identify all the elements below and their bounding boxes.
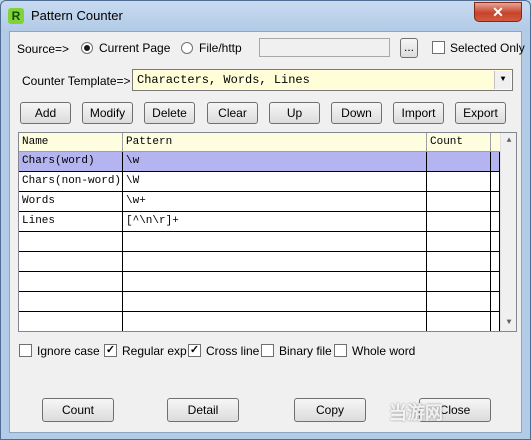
cell-spacer — [491, 212, 500, 232]
cell-pattern[interactable]: \w+ — [123, 192, 427, 212]
copy-button[interactable]: Copy — [294, 398, 366, 422]
cell-pattern[interactable] — [123, 292, 427, 312]
cell-count[interactable] — [427, 272, 491, 292]
cell-spacer — [491, 312, 500, 331]
cell-pattern[interactable] — [123, 312, 427, 331]
cell-count[interactable] — [427, 232, 491, 252]
clear-button[interactable]: Clear — [207, 102, 258, 124]
cell-count[interactable] — [427, 212, 491, 232]
column-header-count[interactable]: Count — [427, 133, 491, 152]
cell-name[interactable]: Words — [19, 192, 123, 212]
export-button[interactable]: Export — [455, 102, 506, 124]
table-scrollbar[interactable]: ▲ ▼ — [500, 133, 516, 331]
dialog-body: Source=> Current Page File/http ... Sele… — [9, 31, 525, 433]
table-row[interactable] — [19, 272, 500, 292]
regular-exp-label[interactable]: Regular exp — [122, 344, 187, 358]
chevron-down-icon[interactable]: ▼ — [494, 71, 511, 89]
cell-spacer — [491, 272, 500, 292]
cell-count[interactable] — [427, 312, 491, 331]
table-row[interactable] — [19, 312, 500, 331]
scroll-up-icon[interactable]: ▲ — [501, 133, 516, 149]
window-title: Pattern Counter — [31, 8, 123, 23]
window-close-button[interactable]: ✕ — [474, 2, 522, 22]
cell-spacer — [491, 252, 500, 272]
cell-spacer — [491, 152, 500, 172]
cell-pattern[interactable] — [123, 252, 427, 272]
source-file-http-label[interactable]: File/http — [199, 41, 242, 55]
count-button[interactable]: Count — [42, 398, 114, 422]
cell-spacer — [491, 172, 500, 192]
cell-pattern[interactable]: \W — [123, 172, 427, 192]
down-button[interactable]: Down — [331, 102, 382, 124]
cell-count[interactable] — [427, 292, 491, 312]
cell-spacer — [491, 192, 500, 212]
table-row[interactable] — [19, 252, 500, 272]
cell-pattern[interactable]: \w — [123, 152, 427, 172]
cell-pattern[interactable] — [123, 232, 427, 252]
modify-button[interactable]: Modify — [82, 102, 133, 124]
source-current-page-label[interactable]: Current Page — [99, 41, 170, 55]
source-current-page-radio[interactable] — [81, 42, 93, 54]
cell-count[interactable] — [427, 252, 491, 272]
cell-name[interactable]: Chars(non-word) — [19, 172, 123, 192]
add-button[interactable]: Add — [20, 102, 71, 124]
whole-word-checkbox[interactable] — [334, 344, 347, 357]
app-icon: R — [8, 8, 24, 24]
counter-template-label: Counter Template=> — [22, 74, 131, 88]
cell-pattern[interactable]: [^\n\r]+ — [123, 212, 427, 232]
table-row[interactable]: Chars(word) \w — [19, 152, 500, 172]
table-row[interactable]: Chars(non-word) \W — [19, 172, 500, 192]
cell-name[interactable] — [19, 232, 123, 252]
cell-name[interactable] — [19, 312, 123, 331]
import-button[interactable]: Import — [393, 102, 444, 124]
ignore-case-checkbox[interactable] — [19, 344, 32, 357]
table-row[interactable] — [19, 292, 500, 312]
selected-only-checkbox[interactable] — [432, 41, 445, 54]
regular-exp-checkbox[interactable]: ✓ — [104, 344, 117, 357]
cell-name[interactable]: Lines — [19, 212, 123, 232]
cell-name[interactable]: Chars(word) — [19, 152, 123, 172]
pattern-table[interactable]: Name Pattern Count Chars(word) \w Chars(no… — [18, 132, 517, 332]
browse-button[interactable]: ... — [400, 38, 418, 58]
cell-count[interactable] — [427, 192, 491, 212]
binary-file-checkbox[interactable] — [261, 344, 274, 357]
title-bar[interactable]: R Pattern Counter ✕ — [1, 1, 530, 31]
source-label: Source=> — [17, 42, 70, 56]
scroll-down-icon[interactable]: ▼ — [501, 315, 516, 331]
ignore-case-label[interactable]: Ignore case — [37, 344, 100, 358]
cell-count[interactable] — [427, 152, 491, 172]
cell-count[interactable] — [427, 172, 491, 192]
watermark-text: 当游网 — [389, 403, 443, 423]
cell-name[interactable] — [19, 252, 123, 272]
table-row[interactable] — [19, 232, 500, 252]
cell-name[interactable] — [19, 292, 123, 312]
table-row[interactable]: Words \w+ — [19, 192, 500, 212]
column-header-pattern[interactable]: Pattern — [123, 133, 427, 152]
column-header-name[interactable]: Name — [19, 133, 123, 152]
cell-pattern[interactable] — [123, 272, 427, 292]
whole-word-label[interactable]: Whole word — [352, 344, 415, 358]
file-path-input[interactable] — [259, 38, 390, 57]
pattern-counter-window: R Pattern Counter ✕ Source=> Current Pag… — [0, 0, 531, 440]
delete-button[interactable]: Delete — [144, 102, 195, 124]
selected-only-label[interactable]: Selected Only — [450, 41, 525, 55]
binary-file-label[interactable]: Binary file — [279, 344, 332, 358]
detail-button[interactable]: Detail — [167, 398, 239, 422]
source-file-http-radio[interactable] — [181, 42, 193, 54]
cell-spacer — [491, 292, 500, 312]
column-header-spacer — [491, 133, 500, 152]
counter-template-value: Characters, Words, Lines — [137, 73, 310, 87]
cell-spacer — [491, 232, 500, 252]
counter-template-select[interactable]: Characters, Words, Lines ▼ — [132, 69, 513, 91]
cross-line-label[interactable]: Cross line — [206, 344, 259, 358]
cell-name[interactable] — [19, 272, 123, 292]
cross-line-checkbox[interactable]: ✓ — [188, 344, 201, 357]
up-button[interactable]: Up — [269, 102, 320, 124]
table-row[interactable]: Lines [^\n\r]+ — [19, 212, 500, 232]
